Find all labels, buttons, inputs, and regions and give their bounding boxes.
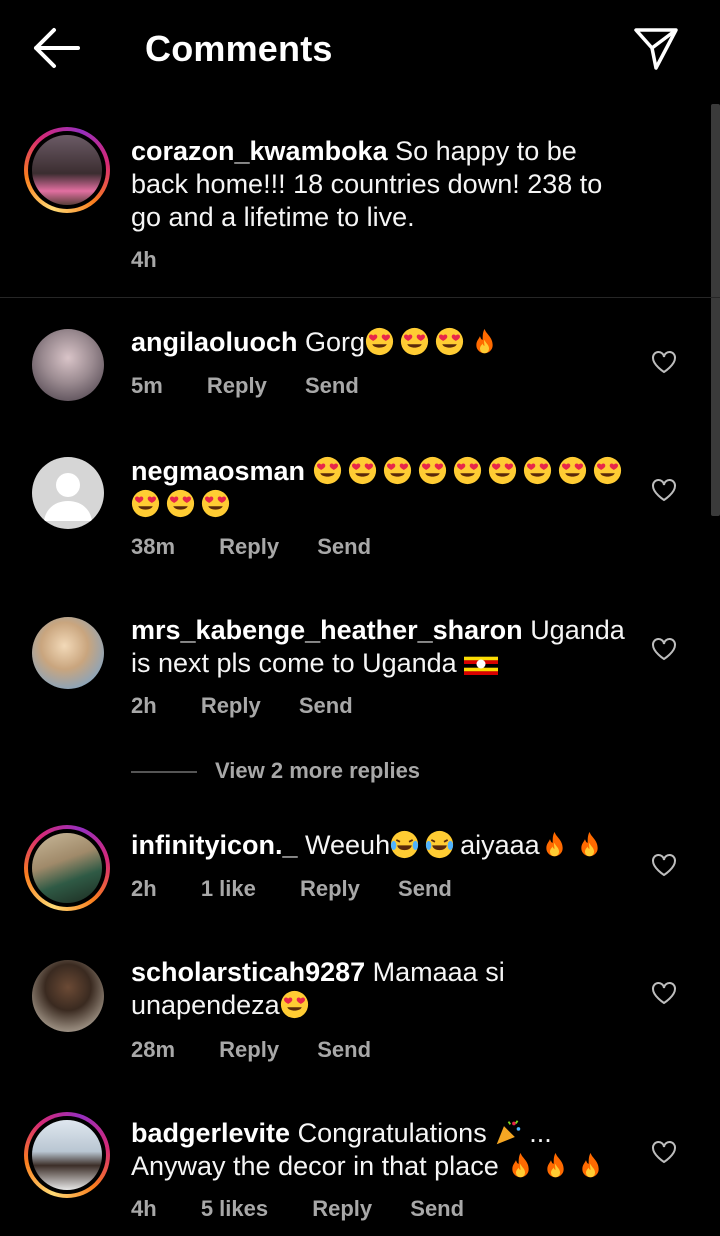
comment-username[interactable]: infinityicon._ [131, 830, 298, 860]
like-heart-icon[interactable] [651, 478, 677, 502]
comment-meta: 28m Reply Send [131, 1037, 371, 1063]
laughing-emoji-icon [425, 830, 454, 859]
send-button[interactable]: Send [398, 876, 452, 902]
send-button[interactable]: Send [317, 534, 371, 560]
reply-button[interactable]: Reply [219, 534, 279, 560]
like-heart-icon[interactable] [651, 350, 677, 374]
fire-emoji-icon [576, 1151, 605, 1180]
comment-text: negmaosman [131, 455, 631, 521]
avatar[interactable] [32, 457, 104, 529]
like-heart-icon[interactable] [651, 981, 677, 1005]
post-caption: corazon_kwamboka So happy to be back hom… [0, 125, 720, 298]
comment-time: 2h [131, 693, 157, 718]
comment-text: mrs_kabenge_heather_sharon Uganda is nex… [131, 614, 631, 680]
heart-eyes-emoji-icon [593, 456, 622, 485]
fire-emoji-icon [470, 327, 499, 356]
send-button[interactable]: Send [410, 1196, 464, 1222]
like-heart-icon[interactable] [651, 853, 677, 877]
view-more-replies[interactable]: View 2 more replies [131, 758, 420, 784]
caption-text: corazon_kwamboka So happy to be back hom… [131, 135, 631, 234]
heart-eyes-emoji-icon [400, 327, 429, 356]
arrow-left-icon[interactable] [30, 26, 82, 70]
comment-body: ... [529, 1118, 552, 1148]
like-heart-icon[interactable] [651, 637, 677, 661]
heart-eyes-emoji-icon [488, 456, 517, 485]
comment-body: Gorg [305, 327, 366, 357]
caption-time: 4h [131, 247, 157, 272]
comment-meta: 5m Reply Send [131, 373, 359, 399]
heart-eyes-emoji-icon [131, 489, 160, 518]
comment-time: 28m [131, 1037, 176, 1062]
avatar[interactable] [32, 617, 104, 689]
comment-body: Congratulations [297, 1118, 487, 1148]
comment-username[interactable]: angilaoluoch [131, 327, 298, 357]
page-title: Comments [145, 28, 333, 69]
comment-username[interactable]: badgerlevite [131, 1118, 290, 1148]
comment-time: 2h [131, 876, 157, 901]
comment-body: Weeuh [305, 830, 391, 860]
comment-body: Anyway the decor in that place [131, 1151, 499, 1181]
heart-eyes-emoji-icon [453, 456, 482, 485]
comment-text: badgerlevite Congratulations ... Anyway … [131, 1117, 631, 1183]
paper-plane-icon[interactable] [632, 24, 680, 72]
heart-eyes-emoji-icon [280, 990, 309, 1019]
fire-emoji-icon [506, 1151, 535, 1180]
comment-meta: 2h 1 like Reply Send [131, 876, 452, 902]
send-button[interactable]: Send [317, 1037, 371, 1063]
party-popper-emoji-icon [494, 1118, 523, 1147]
comment-time: 5m [131, 373, 163, 398]
avatar[interactable] [24, 825, 110, 911]
comment-body: aiyaaa [460, 830, 540, 860]
comment-meta: 4h 5 likes Reply Send [131, 1196, 464, 1222]
divider [131, 771, 197, 774]
heart-eyes-emoji-icon [313, 456, 342, 485]
comment-text: infinityicon._ Weeuh aiyaaa [131, 829, 631, 862]
heart-eyes-emoji-icon [558, 456, 587, 485]
view-more-replies-label[interactable]: View 2 more replies [215, 758, 420, 783]
comment-username[interactable]: scholarsticah9287 [131, 957, 365, 987]
comment-username[interactable]: negmaosman [131, 456, 305, 486]
heart-eyes-emoji-icon [348, 456, 377, 485]
heart-eyes-emoji-icon [418, 456, 447, 485]
reply-button[interactable]: Reply [300, 876, 360, 902]
heart-eyes-emoji-icon [201, 489, 230, 518]
like-heart-icon[interactable] [651, 1140, 677, 1164]
default-user-icon [44, 473, 92, 521]
send-button[interactable]: Send [299, 693, 353, 719]
caption-username[interactable]: corazon_kwamboka [131, 136, 388, 166]
comment-text: angilaoluoch Gorg [131, 326, 631, 359]
fire-emoji-icon [575, 830, 604, 859]
comment-time: 4h [131, 1196, 157, 1221]
reply-button[interactable]: Reply [201, 693, 261, 719]
heart-eyes-emoji-icon [365, 327, 394, 356]
comment-meta: 2h Reply Send [131, 693, 353, 719]
reply-button[interactable]: Reply [219, 1037, 279, 1063]
avatar[interactable] [24, 1112, 110, 1198]
send-button[interactable]: Send [305, 373, 359, 399]
heart-eyes-emoji-icon [435, 327, 464, 356]
heart-eyes-emoji-icon [166, 489, 195, 518]
fire-emoji-icon [541, 1151, 570, 1180]
reply-button[interactable]: Reply [207, 373, 267, 399]
fire-emoji-icon [540, 830, 569, 859]
comment-username[interactable]: mrs_kabenge_heather_sharon [131, 615, 523, 645]
laughing-emoji-icon [390, 830, 419, 859]
header-bar: Comments [0, 0, 720, 100]
comment-meta: 38m Reply Send [131, 534, 371, 560]
uganda-flag-icon [464, 653, 499, 675]
comment-text: scholarsticah9287 Mamaaa si unapendeza [131, 956, 631, 1022]
likes-count[interactable]: 1 like [201, 876, 256, 902]
comment-time: 38m [131, 534, 176, 559]
likes-count[interactable]: 5 likes [201, 1196, 268, 1222]
avatar[interactable] [32, 329, 104, 401]
avatar[interactable] [32, 960, 104, 1032]
heart-eyes-emoji-icon [523, 456, 552, 485]
avatar[interactable] [24, 127, 110, 213]
reply-button[interactable]: Reply [312, 1196, 372, 1222]
heart-eyes-emoji-icon [383, 456, 412, 485]
